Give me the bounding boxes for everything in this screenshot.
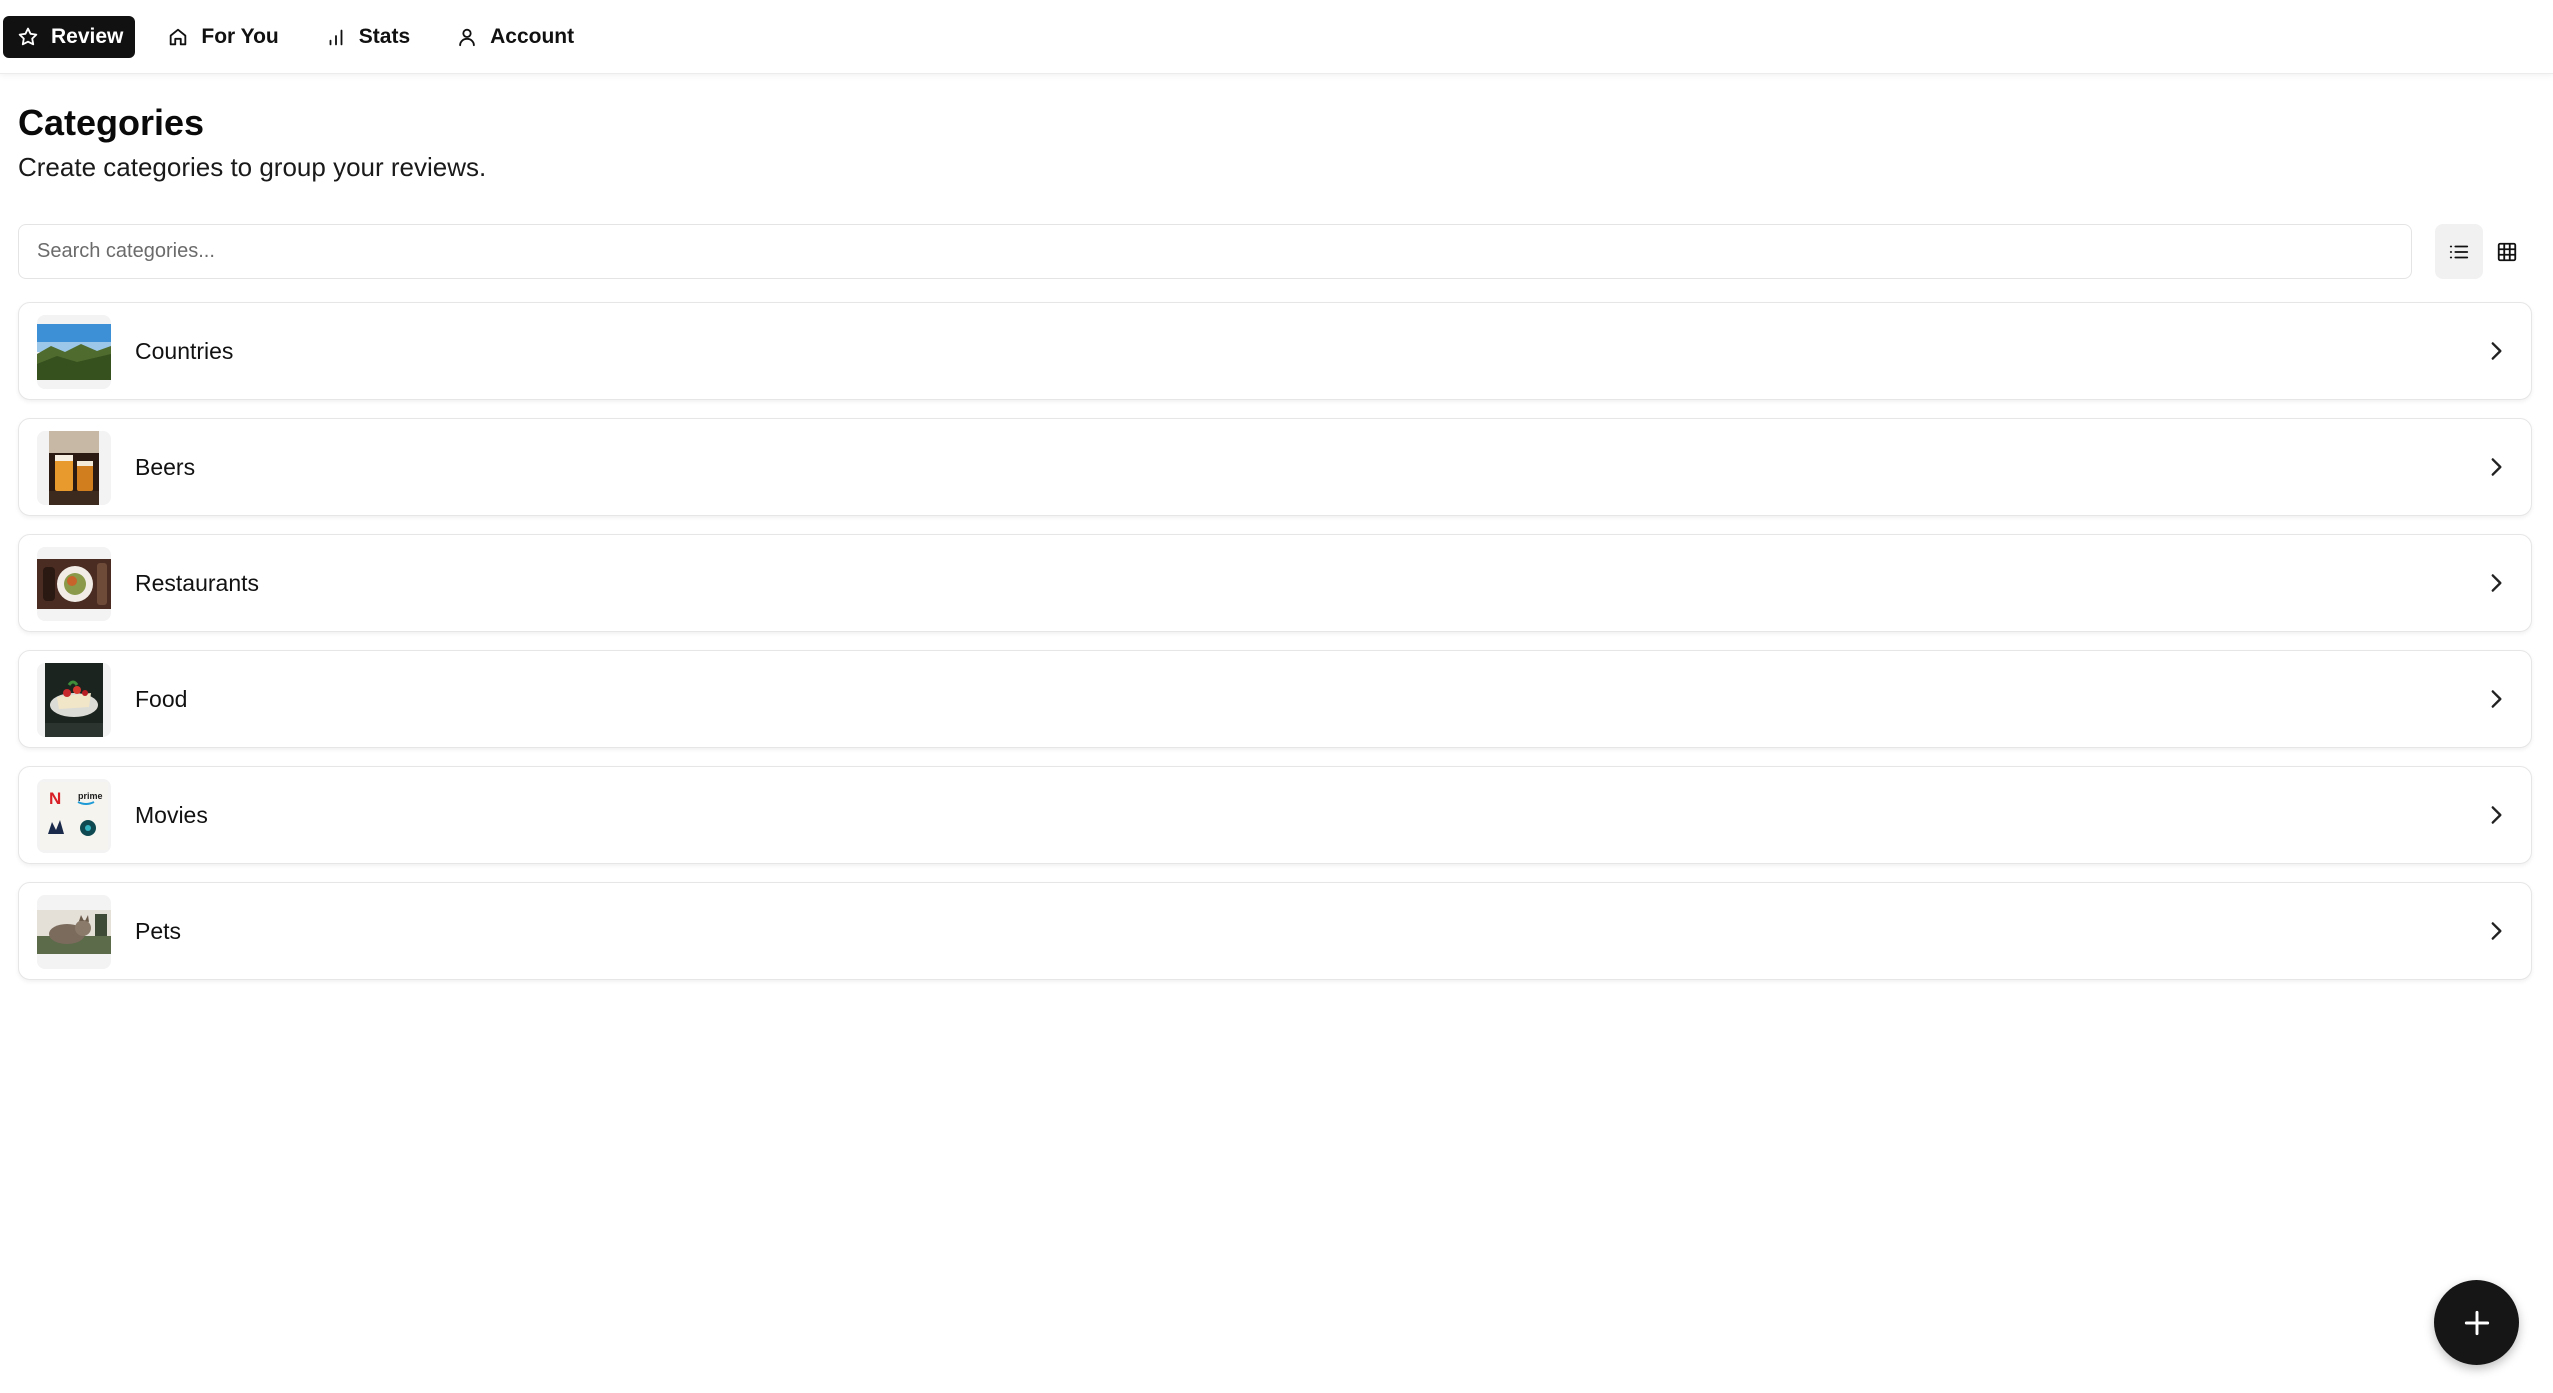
nav-stats-label: Stats <box>358 24 411 48</box>
home-icon <box>170 28 187 45</box>
category-row-movies[interactable]: N prime Movies <box>18 766 2532 864</box>
movies-thumbnail: N prime <box>37 779 111 853</box>
chevron-right-icon <box>2491 806 2502 824</box>
nav-for-you-label: For You <box>201 24 279 48</box>
category-row-restaurants[interactable]: Restaurants <box>18 534 2532 632</box>
top-nav: Review For You Stats Account <box>0 0 2553 74</box>
list-view-button[interactable] <box>2435 224 2483 279</box>
view-toggle <box>2435 224 2531 279</box>
star-icon <box>18 27 38 45</box>
category-row-beers[interactable]: Beers <box>18 418 2532 516</box>
category-row-food[interactable]: Food <box>18 650 2532 748</box>
add-category-button[interactable] <box>2434 1280 2519 1365</box>
countries-thumbnail <box>37 315 111 389</box>
list-view-icon <box>2449 245 2469 258</box>
chevron-right-icon <box>2491 922 2502 940</box>
nav-review-label: Review <box>51 24 124 48</box>
category-label: Countries <box>135 338 234 364</box>
nav-review-tab[interactable]: Review <box>3 15 136 58</box>
chevron-right-icon <box>2491 342 2502 360</box>
category-label: Movies <box>135 802 208 828</box>
nav-for-you-tab[interactable]: For You <box>153 16 292 58</box>
category-row-pets[interactable]: Pets <box>18 882 2532 980</box>
user-icon <box>459 28 475 46</box>
category-label: Food <box>135 686 188 712</box>
page-title: Categories <box>18 102 205 143</box>
search-input[interactable] <box>18 224 2412 279</box>
plus-icon <box>2464 1310 2489 1335</box>
category-list: Countries Beers Restaurants Food N prime… <box>18 302 2532 998</box>
category-row-countries[interactable]: Countries <box>18 302 2532 400</box>
category-label: Beers <box>135 454 196 480</box>
chevron-right-icon <box>2491 690 2502 708</box>
bar-chart-icon <box>329 29 343 45</box>
nav-account-tab[interactable]: Account <box>442 16 588 58</box>
pets-thumbnail <box>37 895 111 969</box>
grid-view-button[interactable] <box>2483 224 2531 279</box>
grid-view-icon <box>2497 242 2517 261</box>
nav-stats-tab[interactable]: Stats <box>311 16 424 58</box>
food-thumbnail <box>37 663 111 737</box>
chevron-right-icon <box>2491 458 2502 476</box>
beers-thumbnail <box>37 431 111 505</box>
chevron-right-icon <box>2491 574 2502 592</box>
category-label: Pets <box>135 918 182 944</box>
page-subtitle: Create categories to group your reviews. <box>18 152 487 182</box>
nav-account-label: Account <box>490 24 575 48</box>
category-label: Restaurants <box>135 570 260 596</box>
svg-text:prime: prime <box>78 791 103 801</box>
restaurants-thumbnail <box>37 547 111 621</box>
svg-text:N: N <box>49 789 61 808</box>
